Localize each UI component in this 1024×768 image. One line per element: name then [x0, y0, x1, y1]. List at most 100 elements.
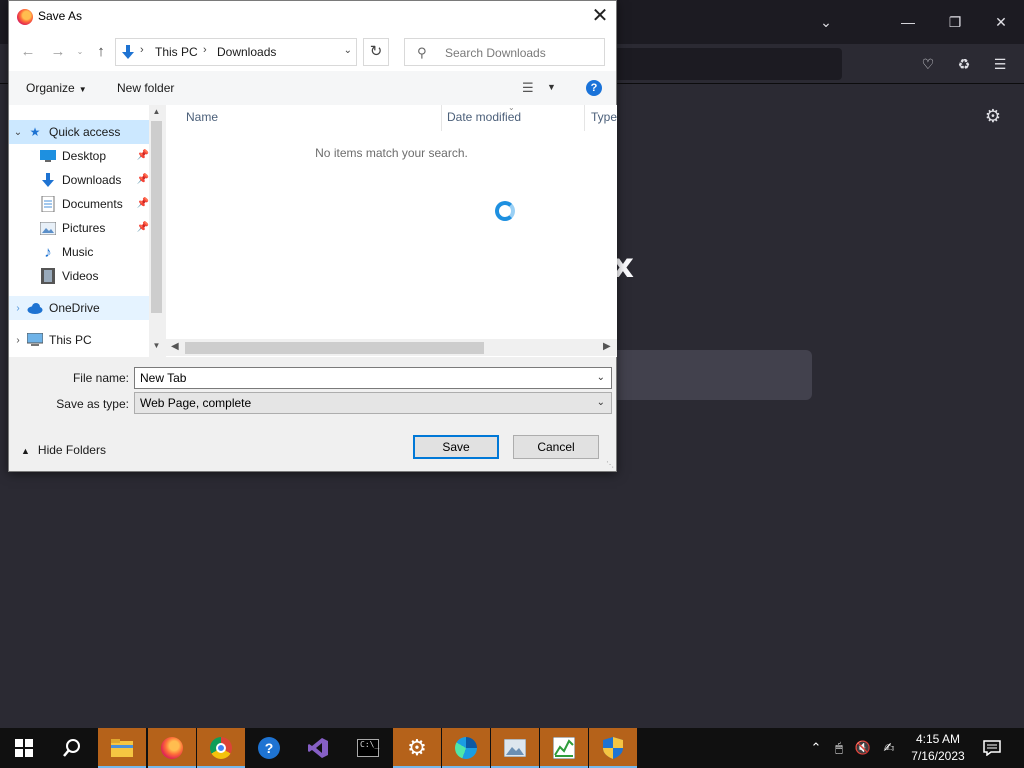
tree-item-label: Quick access — [49, 125, 121, 139]
photo-viewer-icon[interactable] — [491, 728, 539, 768]
close-window-button[interactable]: ✕ — [986, 7, 1016, 37]
address-bar[interactable]: › This PC › Downloads ⌄ — [115, 38, 357, 66]
expanded-chevron-icon[interactable]: ⌄ — [9, 127, 27, 138]
scrollbar-thumb[interactable] — [185, 342, 484, 354]
show-hidden-icons-chevron-icon[interactable]: ⌃ — [805, 740, 827, 756]
forward-arrow-icon[interactable]: → — [47, 42, 69, 62]
scroll-up-arrow-icon[interactable]: ▲ — [149, 107, 164, 121]
file-name-value: New Tab — [140, 371, 187, 385]
save-as-type-label: Save as type: — [56, 397, 129, 411]
help-app-icon[interactable]: ? — [245, 728, 293, 768]
desktop-icon — [40, 148, 56, 164]
back-arrow-icon[interactable]: ← — [17, 42, 39, 62]
pen-icon[interactable]: ✍ — [875, 740, 903, 756]
pin-icon: 📌 — [136, 222, 149, 233]
scroll-left-arrow-icon[interactable]: ◀ — [171, 341, 179, 352]
search-input[interactable]: ⚲ Search Downloads — [404, 38, 605, 66]
visual-studio-icon[interactable] — [294, 728, 342, 768]
file-list[interactable]: ⌄ Name Date modified Type No items match… — [166, 105, 617, 357]
scroll-right-arrow-icon[interactable]: ▶ — [603, 341, 611, 352]
tree-item-label: OneDrive — [49, 301, 100, 315]
file-explorer-icon[interactable] — [98, 728, 146, 768]
menu-icon[interactable]: ☰ — [985, 49, 1015, 79]
pin-icon: 📌 — [136, 174, 149, 185]
breadcrumb-downloads[interactable]: Downloads — [217, 45, 276, 59]
computer-icon — [27, 332, 43, 348]
refresh-button[interactable]: ↻ — [363, 38, 389, 66]
tree-item-quick-access[interactable]: ⌄ ★ Quick access — [9, 120, 149, 144]
tree-item-pictures[interactable]: Pictures 📌 — [9, 216, 149, 240]
column-divider[interactable] — [441, 105, 442, 131]
collapsed-chevron-icon[interactable]: › — [9, 335, 27, 346]
change-view-icon[interactable]: ☰ — [522, 80, 534, 96]
network-icon[interactable]: 🖱 — [827, 740, 851, 756]
save-button[interactable]: Save — [413, 435, 499, 459]
column-header-name[interactable]: Name — [186, 111, 218, 135]
tree-item-desktop[interactable]: Desktop 📌 — [9, 144, 149, 168]
chevron-down-icon[interactable]: ⌄ — [597, 372, 605, 383]
chevron-up-icon: ▲ — [21, 446, 30, 456]
navigation-pane-scrollbar[interactable]: ▲ ▼ — [149, 105, 164, 357]
tree-item-label: Downloads — [62, 173, 122, 187]
recent-locations-chevron-icon[interactable]: ⌄ — [69, 42, 91, 62]
address-dropdown-icon[interactable]: ⌄ — [344, 45, 352, 56]
firefox-icon[interactable] — [148, 728, 196, 768]
download-arrow-icon — [40, 172, 56, 188]
scrollbar-thumb[interactable] — [151, 121, 162, 313]
system-tray: ⌃ 🖱 🔇 ✍ — [805, 728, 903, 768]
start-icon[interactable] — [0, 728, 48, 768]
edge-icon[interactable] — [442, 728, 490, 768]
cancel-button[interactable]: Cancel — [513, 435, 599, 459]
help-icon[interactable]: ? — [586, 80, 602, 96]
security-shield-icon[interactable] — [589, 728, 637, 768]
new-folder-button[interactable]: New folder — [117, 81, 174, 95]
save-as-type-value: Web Page, complete — [140, 396, 252, 410]
star-icon: ★ — [29, 125, 41, 139]
save-as-dialog: Save As ✕ ← → ⌄ ↑ › This PC › Downloads … — [8, 0, 617, 472]
terminal-icon[interactable]: C:\_ — [344, 728, 392, 768]
hide-folders-button[interactable]: ▲ Hide Folders — [21, 443, 106, 457]
taskbar: ? C:\_ ⚙ ⌃ 🖱 🔇 ✍ 4:15 AM 7/16/2023 — [0, 728, 1024, 768]
column-header-type[interactable]: Type — [591, 111, 617, 135]
scroll-down-arrow-icon[interactable]: ▼ — [149, 341, 164, 355]
settings-icon[interactable]: ⚙ — [393, 728, 441, 768]
tree-item-music[interactable]: ♪ Music — [9, 240, 149, 264]
newtab-settings-gear-icon[interactable]: ⚙ — [978, 101, 1008, 131]
search-icon: ⚲ — [417, 45, 427, 60]
tree-item-label: Pictures — [62, 221, 106, 235]
save-as-type-select[interactable]: Web Page, complete ⌄ — [134, 392, 612, 414]
tree-item-videos[interactable]: Videos — [9, 264, 149, 288]
column-divider[interactable] — [584, 105, 585, 131]
list-all-tabs-icon[interactable]: ⌄ — [811, 7, 841, 37]
search-placeholder: Search Downloads — [445, 46, 546, 60]
file-list-horizontal-scrollbar[interactable]: ◀ ▶ — [166, 339, 617, 356]
breadcrumb-this-pc[interactable]: This PC — [155, 45, 198, 59]
tree-item-onedrive[interactable]: › OneDrive — [9, 296, 149, 320]
dialog-titlebar: Save As ✕ — [9, 1, 616, 33]
system-clock[interactable]: 4:15 AM 7/16/2023 — [905, 731, 971, 765]
resize-grip-icon[interactable]: ⋱ — [606, 460, 614, 469]
collapsed-chevron-icon[interactable]: › — [9, 303, 27, 314]
chrome-icon[interactable] — [197, 728, 245, 768]
organize-button[interactable]: Organize ▼ — [26, 81, 87, 95]
task-manager-icon[interactable] — [540, 728, 588, 768]
minimize-window-button[interactable]: — — [893, 7, 923, 37]
tree-item-documents[interactable]: Documents 📌 — [9, 192, 149, 216]
column-header-date-modified[interactable]: Date modified — [447, 111, 521, 135]
notification-center-icon[interactable] — [970, 728, 1014, 768]
newtab-search-box[interactable] — [600, 350, 812, 400]
extensions-icon[interactable]: ♻ — [949, 49, 979, 79]
up-arrow-icon[interactable]: ↑ — [90, 42, 112, 62]
volume-muted-icon[interactable]: 🔇 — [851, 740, 875, 756]
pocket-icon[interactable]: ♡ — [913, 49, 943, 79]
chevron-down-icon: ⌄ — [596, 397, 605, 408]
file-name-field[interactable]: New Tab ⌄ — [134, 367, 612, 389]
restore-window-button[interactable]: ❐ — [940, 7, 970, 37]
dialog-close-button[interactable]: ✕ — [584, 1, 616, 33]
search-icon[interactable] — [48, 728, 96, 768]
tree-item-downloads[interactable]: Downloads 📌 — [9, 168, 149, 192]
tree-item-this-pc[interactable]: › This PC — [9, 328, 149, 352]
dialog-title: Save As — [38, 9, 83, 23]
tree-item-label: Documents — [62, 197, 123, 211]
view-options-caret-icon[interactable]: ▼ — [547, 82, 556, 92]
